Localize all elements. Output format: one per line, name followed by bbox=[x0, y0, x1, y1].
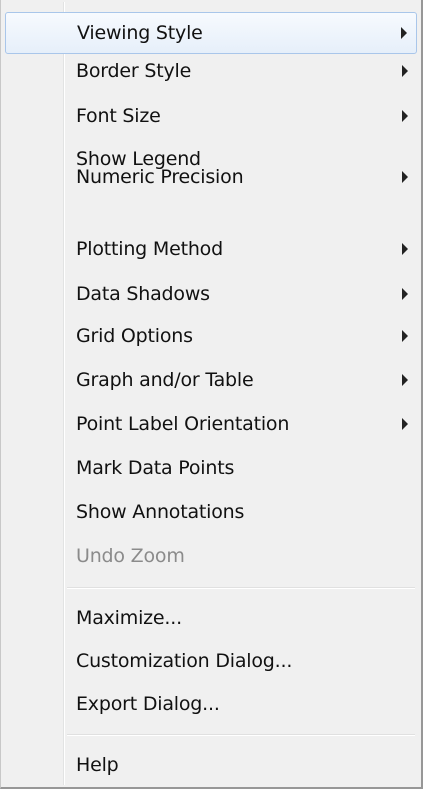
submenu-arrow-icon bbox=[402, 288, 408, 300]
submenu-arrow-icon bbox=[402, 65, 408, 77]
submenu-arrow-icon bbox=[402, 330, 408, 342]
menu-item-label: Graph and/or Table bbox=[76, 369, 254, 391]
menu-item-label: Viewing Style bbox=[77, 22, 203, 44]
menu-item-label: Numeric Precision bbox=[76, 166, 244, 188]
menu-item-viewing-style[interactable]: Viewing Style bbox=[5, 12, 417, 54]
submenu-arrow-icon bbox=[402, 418, 408, 430]
submenu-arrow-icon bbox=[402, 110, 408, 122]
submenu-arrow-icon bbox=[402, 374, 408, 386]
menu-item-mark-data-points[interactable]: Mark Data Points bbox=[5, 447, 417, 489]
menu-item-export-dialog[interactable]: Export Dialog... bbox=[5, 683, 417, 725]
menu-item-label: Export Dialog... bbox=[76, 693, 220, 715]
menu-item-label: Grid Options bbox=[76, 325, 193, 347]
menu-item-label: Show Annotations bbox=[76, 501, 245, 523]
menu-item-label: Customization Dialog... bbox=[76, 650, 293, 672]
menu-item-undo-zoom: Undo Zoom bbox=[5, 535, 417, 577]
menu-item-label: Maximize... bbox=[76, 607, 182, 629]
menu-item-graph-and-or-table[interactable]: Graph and/or Table bbox=[5, 359, 417, 401]
menu-item-label: Font Size bbox=[76, 105, 161, 127]
menu-item-customization-dialog[interactable]: Customization Dialog... bbox=[5, 640, 417, 682]
submenu-arrow-icon bbox=[401, 27, 407, 39]
menu-item-border-style[interactable]: Border Style bbox=[5, 50, 417, 92]
menu-item-label: Point Label Orientation bbox=[76, 413, 290, 435]
menu-separator bbox=[67, 587, 415, 589]
menu-item-label: Help bbox=[76, 754, 119, 776]
menu-item-help[interactable]: Help bbox=[5, 744, 417, 786]
menu-item-label: Data Shadows bbox=[76, 283, 210, 305]
submenu-arrow-icon bbox=[402, 171, 408, 183]
menu-item-data-shadows[interactable]: Data Shadows bbox=[5, 273, 417, 315]
menu-item-label: Undo Zoom bbox=[76, 545, 185, 567]
submenu-arrow-icon bbox=[402, 243, 408, 255]
menu-item-numeric-precision[interactable]: Numeric Precision bbox=[5, 156, 417, 198]
menu-item-label: Border Style bbox=[76, 60, 192, 82]
menu-separator bbox=[67, 734, 415, 736]
menu-item-maximize[interactable]: Maximize... bbox=[5, 597, 417, 639]
menu-item-show-annotations[interactable]: Show Annotations bbox=[5, 491, 417, 533]
menu-item-label: Mark Data Points bbox=[76, 457, 235, 479]
menu-item-point-label-orientation[interactable]: Point Label Orientation bbox=[5, 403, 417, 445]
menu-item-font-size[interactable]: Font Size bbox=[5, 95, 417, 137]
menu-item-grid-options[interactable]: Grid Options bbox=[5, 315, 417, 357]
menu-item-label: Plotting Method bbox=[76, 238, 223, 260]
menu-item-plotting-method[interactable]: Plotting Method bbox=[5, 228, 417, 270]
context-menu: Viewing Style Border Style Font Size Sho… bbox=[0, 0, 423, 789]
